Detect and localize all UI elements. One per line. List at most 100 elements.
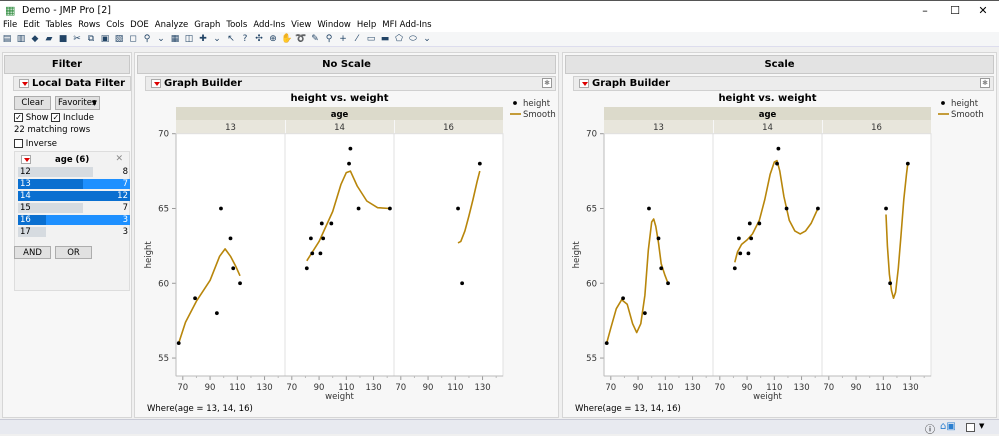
- add-data-icon[interactable]: ✚: [197, 34, 209, 45]
- menu-cols[interactable]: Cols: [103, 19, 127, 32]
- annotate-icon[interactable]: ▭: [365, 34, 377, 45]
- menu-help[interactable]: Help: [354, 19, 379, 32]
- filter-level-12[interactable]: 12 8: [18, 167, 130, 177]
- or-button[interactable]: OR: [55, 246, 92, 259]
- selection-tool-icon[interactable]: ✣: [253, 34, 265, 45]
- data-point: [604, 341, 609, 345]
- graph-builder-title: Graph Builder: [592, 78, 671, 89]
- red-triangle-menu-icon[interactable]: [579, 79, 589, 88]
- menu-mfi-add-ins[interactable]: MFI Add-Ins: [379, 19, 434, 32]
- menu-graph[interactable]: Graph: [191, 19, 223, 32]
- menu-window[interactable]: Window: [314, 19, 354, 32]
- arrow-tool-icon[interactable]: ↖: [225, 34, 237, 45]
- legend-smooth: Smooth: [951, 110, 984, 120]
- legend-height: height: [523, 99, 551, 109]
- more-icon[interactable]: ⌄: [155, 34, 167, 45]
- help-tool-icon[interactable]: ?: [239, 34, 251, 45]
- y-tick-label: 70: [158, 130, 169, 140]
- maximize-button[interactable]: ☐: [940, 3, 970, 19]
- graph-options-icon[interactable]: ✱: [980, 78, 990, 88]
- graph-options-icon[interactable]: ✱: [542, 78, 552, 88]
- menu-file[interactable]: File: [0, 19, 20, 32]
- inverse-checkbox[interactable]: [14, 139, 23, 148]
- filter-level-17[interactable]: 17 3: [18, 227, 130, 237]
- paste-icon[interactable]: ▣: [99, 34, 111, 45]
- lock-icon[interactable]: ◻: [127, 34, 139, 45]
- level-label: 15: [20, 203, 31, 213]
- menu-rows[interactable]: Rows: [75, 19, 103, 32]
- more-icon[interactable]: ⌄: [211, 34, 223, 45]
- graph-builder-outline[interactable]: Graph Builder ✱: [573, 76, 994, 91]
- grabber-icon[interactable]: ✋: [281, 34, 293, 45]
- menu-add-ins[interactable]: Add-Ins: [250, 19, 288, 32]
- red-triangle-menu-icon[interactable]: [21, 155, 31, 164]
- filter-level-13[interactable]: 13 7: [18, 179, 130, 189]
- x-tick-label: 90: [205, 383, 216, 393]
- close-icon[interactable]: ✕: [115, 154, 123, 164]
- data-point: [388, 206, 392, 211]
- include-checkbox[interactable]: ✓: [51, 113, 61, 122]
- x-tick-label: 90: [633, 383, 644, 393]
- open-icon[interactable]: ▰: [43, 34, 55, 45]
- data-point: [642, 311, 647, 316]
- filter-level-16[interactable]: 16 3: [18, 215, 130, 225]
- cut-icon[interactable]: ✂: [71, 34, 83, 45]
- app-icon: ▦: [5, 4, 16, 17]
- close-button[interactable]: ✕: [968, 3, 998, 19]
- data-point: [749, 236, 754, 241]
- menu-analyze[interactable]: Analyze: [152, 19, 192, 32]
- script-editor-icon[interactable]: ▧: [113, 34, 125, 45]
- lasso-icon[interactable]: ➰: [295, 34, 307, 45]
- crosshair-icon[interactable]: ⊕: [267, 34, 279, 45]
- show-checkbox[interactable]: ✓: [14, 113, 23, 122]
- chart-title: height vs. weight: [718, 93, 816, 104]
- magnifier-icon[interactable]: ⚲: [323, 34, 335, 45]
- plus-tool-icon[interactable]: +: [337, 34, 349, 45]
- new-table-icon[interactable]: ▤: [1, 34, 13, 45]
- menu-view[interactable]: View: [288, 19, 314, 32]
- new-script-icon[interactable]: ▥: [15, 34, 27, 45]
- and-button[interactable]: AND: [14, 246, 51, 259]
- data-point: [659, 266, 664, 271]
- graph-builder-title: Graph Builder: [164, 78, 243, 89]
- toolbar: ▤ ▥ ◆ ▰ ■ ✂ ⧉ ▣ ▧ ◻ ⚲ ⌄ ▦ ◫ ✚ ⌄ ↖? ✣ ⊕ ✋ ➰ ✎ ⚲ + ⁄ ▭ ▬ ⬠ ⬭ ⌄: [0, 32, 999, 47]
- brush-icon[interactable]: ✎: [309, 34, 321, 45]
- polygon-icon[interactable]: ⬠: [393, 34, 405, 45]
- data-table-icon[interactable]: ▦: [169, 34, 181, 45]
- python-icon[interactable]: ◆: [29, 34, 41, 45]
- journal-icon[interactable]: ◫: [183, 34, 195, 45]
- menu-tools[interactable]: Tools: [223, 19, 250, 32]
- x-tick-label: 110: [338, 383, 354, 393]
- simple-shape-icon[interactable]: ▬: [379, 34, 391, 45]
- red-triangle-menu-icon[interactable]: [151, 79, 161, 88]
- dropdown-arrow-icon[interactable]: ▼: [979, 422, 984, 430]
- graph-builder-outline[interactable]: Graph Builder ✱: [145, 76, 556, 91]
- minimize-button[interactable]: –: [910, 3, 940, 19]
- window-list-icon[interactable]: [966, 423, 975, 432]
- favorites-dropdown[interactable]: Favorites ▼: [55, 96, 100, 110]
- data-point: [776, 146, 781, 151]
- save-icon[interactable]: ■: [57, 34, 69, 45]
- search-icon[interactable]: ⚲: [141, 34, 153, 45]
- menu-doe[interactable]: DOE: [127, 19, 152, 32]
- local-data-filter-outline[interactable]: Local Data Filter: [13, 76, 131, 91]
- more-icon[interactable]: ⌄: [421, 34, 433, 45]
- chart-svg: height vs. weight age 55 60 65 70 height weight…: [572, 93, 984, 401]
- x-tick-label: 70: [177, 383, 188, 393]
- plot-panel-14: [284, 133, 395, 377]
- copy-icon[interactable]: ⧉: [85, 34, 97, 45]
- y-axis-label: height: [144, 241, 154, 269]
- menu-edit[interactable]: Edit: [20, 19, 42, 32]
- filter-level-14[interactable]: 14 12: [18, 191, 130, 201]
- data-point: [656, 236, 661, 241]
- graph-header: No Scale: [137, 55, 556, 74]
- filter-level-15[interactable]: 15 7: [18, 203, 130, 213]
- clear-button[interactable]: Clear: [14, 96, 51, 110]
- oval-icon[interactable]: ⬭: [407, 34, 419, 45]
- x-tick-label: 70: [823, 383, 834, 393]
- line-tool-icon[interactable]: ⁄: [351, 34, 363, 45]
- menu-tables[interactable]: Tables: [43, 19, 75, 32]
- red-triangle-menu-icon[interactable]: [19, 79, 29, 88]
- x-tick-label: 90: [742, 383, 753, 393]
- home-window-icon[interactable]: ⌂▣: [940, 421, 956, 432]
